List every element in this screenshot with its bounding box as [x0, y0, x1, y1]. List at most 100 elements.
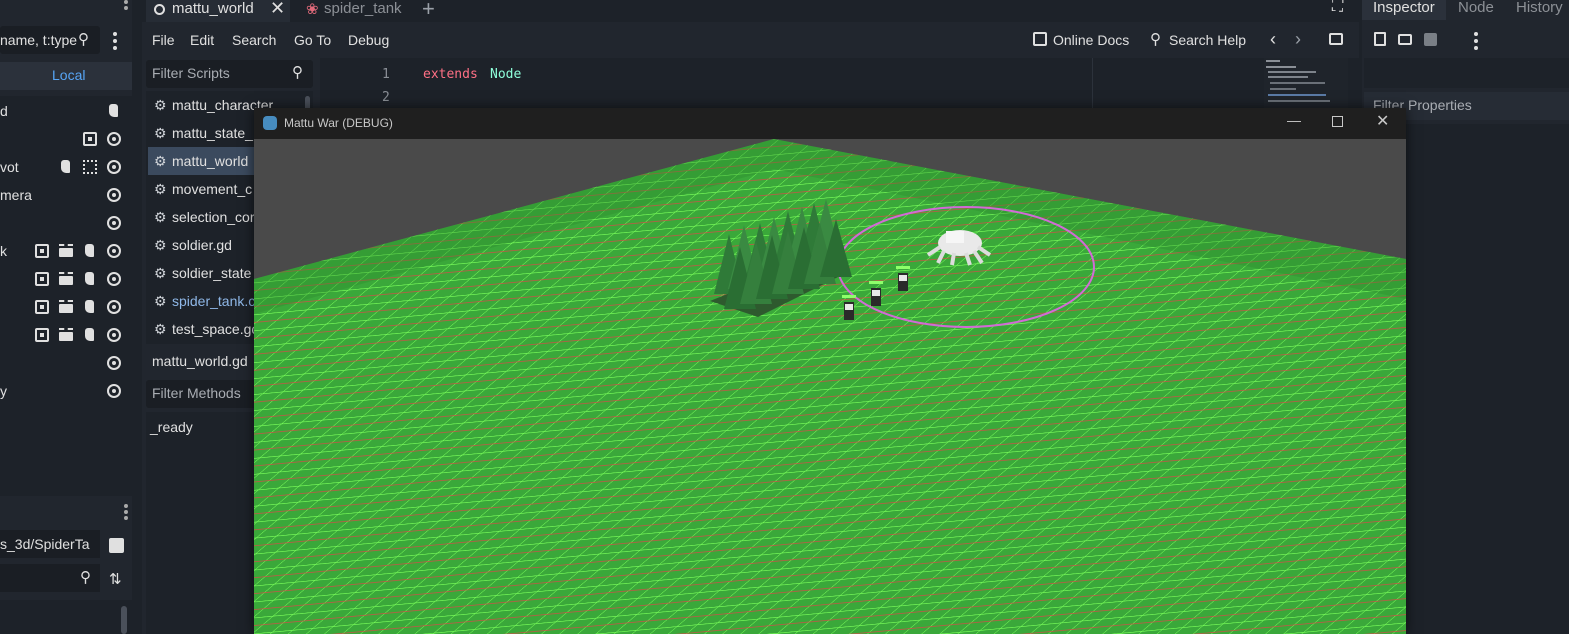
menu-goto[interactable]: Go To: [294, 32, 331, 48]
instance-icon[interactable]: [59, 244, 73, 258]
instance-icon[interactable]: [59, 300, 73, 314]
gear-icon: ⚙: [154, 125, 167, 141]
online-docs-button[interactable]: Online Docs: [1053, 32, 1129, 48]
tree-row[interactable]: d: [0, 97, 132, 125]
script-icon[interactable]: [83, 328, 97, 342]
visibility-eye-icon[interactable]: [107, 216, 121, 230]
tab-mattu-world[interactable]: mattu_world ✕: [146, 0, 290, 22]
tab-inspector[interactable]: Inspector: [1362, 0, 1446, 20]
tree-row[interactable]: [0, 293, 132, 321]
method-item[interactable]: _ready: [150, 419, 193, 435]
script-icon[interactable]: [83, 272, 97, 286]
instance-icon[interactable]: [59, 328, 73, 342]
script-label: mattu_state_: [172, 125, 253, 141]
tab-history[interactable]: History: [1516, 0, 1563, 16]
script-label: selection_cor: [172, 209, 255, 225]
tree-row-label: y: [0, 383, 7, 399]
chevron-left-icon[interactable]: ‹: [1270, 29, 1276, 50]
tree-row-label: mera: [0, 187, 32, 203]
file-list: [0, 600, 132, 634]
kebab-menu-top-icon[interactable]: [124, 0, 128, 16]
scene-filter-input[interactable]: name, t:type: [0, 32, 77, 48]
tab-label: Inspector: [1373, 0, 1435, 16]
tab-local[interactable]: Local: [0, 62, 132, 90]
chevron-right-icon[interactable]: ›: [1295, 29, 1301, 50]
tab-label: mattu_world: [172, 0, 254, 17]
menu-file[interactable]: File: [152, 32, 175, 48]
kebab-menu-icon[interactable]: [1474, 32, 1478, 50]
filesystem-dock: s_3d/SpiderTa ⚲ ⇅: [0, 496, 132, 634]
game-window-titlebar[interactable]: Mattu War (DEBUG) — ✕: [254, 108, 1406, 139]
distraction-free-icon[interactable]: ⛶: [1332, 0, 1343, 16]
tree-row[interactable]: [0, 125, 132, 153]
script-icon[interactable]: [59, 160, 73, 174]
split-mode-icon[interactable]: [109, 538, 124, 553]
script-icon[interactable]: [83, 300, 97, 314]
search-icon: ⚲: [80, 569, 91, 586]
editor-tabbar: mattu_world ✕ ❀ spider_tank + ⛶: [142, 0, 1359, 22]
minimize-icon[interactable]: —: [1287, 112, 1301, 128]
node-icon: [83, 132, 97, 146]
minimap[interactable]: [1264, 58, 1348, 110]
scene-filter-bar: name, t:type ⚲: [0, 26, 100, 54]
visibility-eye-icon[interactable]: [107, 160, 121, 174]
gear-icon: ⚙: [154, 153, 167, 169]
menu-search[interactable]: Search: [232, 32, 276, 48]
visibility-eye-icon[interactable]: [107, 188, 121, 202]
local-label: Local: [52, 67, 86, 83]
visibility-eye-icon[interactable]: [107, 384, 121, 398]
script-icon[interactable]: [107, 104, 121, 118]
visibility-eye-icon[interactable]: [107, 272, 121, 286]
search-help-button[interactable]: Search Help: [1169, 32, 1246, 48]
close-icon[interactable]: ✕: [270, 0, 285, 19]
tab-node[interactable]: Node: [1458, 0, 1494, 16]
node-icon: [35, 244, 49, 258]
script-label: soldier_state: [172, 265, 252, 281]
add-tab-icon[interactable]: +: [422, 0, 435, 22]
tree-row[interactable]: [0, 265, 132, 293]
tab-spider-tank[interactable]: ❀ spider_tank: [300, 0, 420, 22]
path-text: s_3d/SpiderTa: [0, 536, 90, 552]
visibility-eye-icon[interactable]: [107, 356, 121, 370]
node-icon: [35, 272, 49, 286]
menu-edit[interactable]: Edit: [190, 32, 214, 48]
gear-icon: ⚙: [154, 321, 167, 337]
tree-row[interactable]: y: [0, 377, 132, 405]
open-folder-icon[interactable]: [1398, 34, 1412, 45]
script-icon[interactable]: [83, 244, 97, 258]
code-type: Node: [490, 67, 522, 82]
game-viewport[interactable]: [254, 139, 1406, 634]
scrollbar[interactable]: [121, 606, 127, 634]
path-field[interactable]: s_3d/SpiderTa: [0, 530, 100, 558]
tree-row[interactable]: k: [0, 237, 132, 265]
save-icon[interactable]: [1424, 33, 1437, 46]
file-filter-field[interactable]: ⚲: [0, 564, 100, 592]
script-label: test_space.gc: [172, 321, 259, 337]
tree-row[interactable]: mera: [0, 181, 132, 209]
tree-row[interactable]: [0, 209, 132, 237]
pivot-icon: [83, 160, 97, 174]
visibility-eye-icon[interactable]: [107, 300, 121, 314]
script-label: soldier.gd: [172, 237, 232, 253]
tab-label: spider_tank: [324, 0, 402, 17]
sort-icon[interactable]: ⇅: [109, 570, 122, 588]
filter-scripts-field[interactable]: Filter Scripts ⚲: [146, 60, 313, 88]
new-resource-icon[interactable]: [1374, 32, 1386, 46]
toggle-panel-icon[interactable]: [1329, 33, 1343, 45]
kebab-menu-icon[interactable]: [124, 504, 128, 520]
maximize-icon[interactable]: [1332, 116, 1343, 127]
external-link-icon: [1033, 32, 1047, 46]
tree-row[interactable]: [0, 321, 132, 349]
tree-row-label: vot: [0, 159, 19, 175]
gear-icon: ⚙: [154, 237, 167, 253]
close-icon[interactable]: ✕: [1376, 111, 1389, 131]
tree-row[interactable]: vot: [0, 153, 132, 181]
instance-icon[interactable]: [59, 272, 73, 286]
visibility-eye-icon[interactable]: [107, 244, 121, 258]
menu-debug[interactable]: Debug: [348, 32, 389, 48]
tree-row[interactable]: [0, 349, 132, 377]
visibility-eye-icon[interactable]: [107, 328, 121, 342]
kebab-menu-icon[interactable]: [113, 32, 117, 50]
game-window: Mattu War (DEBUG) — ✕: [254, 108, 1406, 634]
visibility-eye-icon[interactable]: [107, 132, 121, 146]
